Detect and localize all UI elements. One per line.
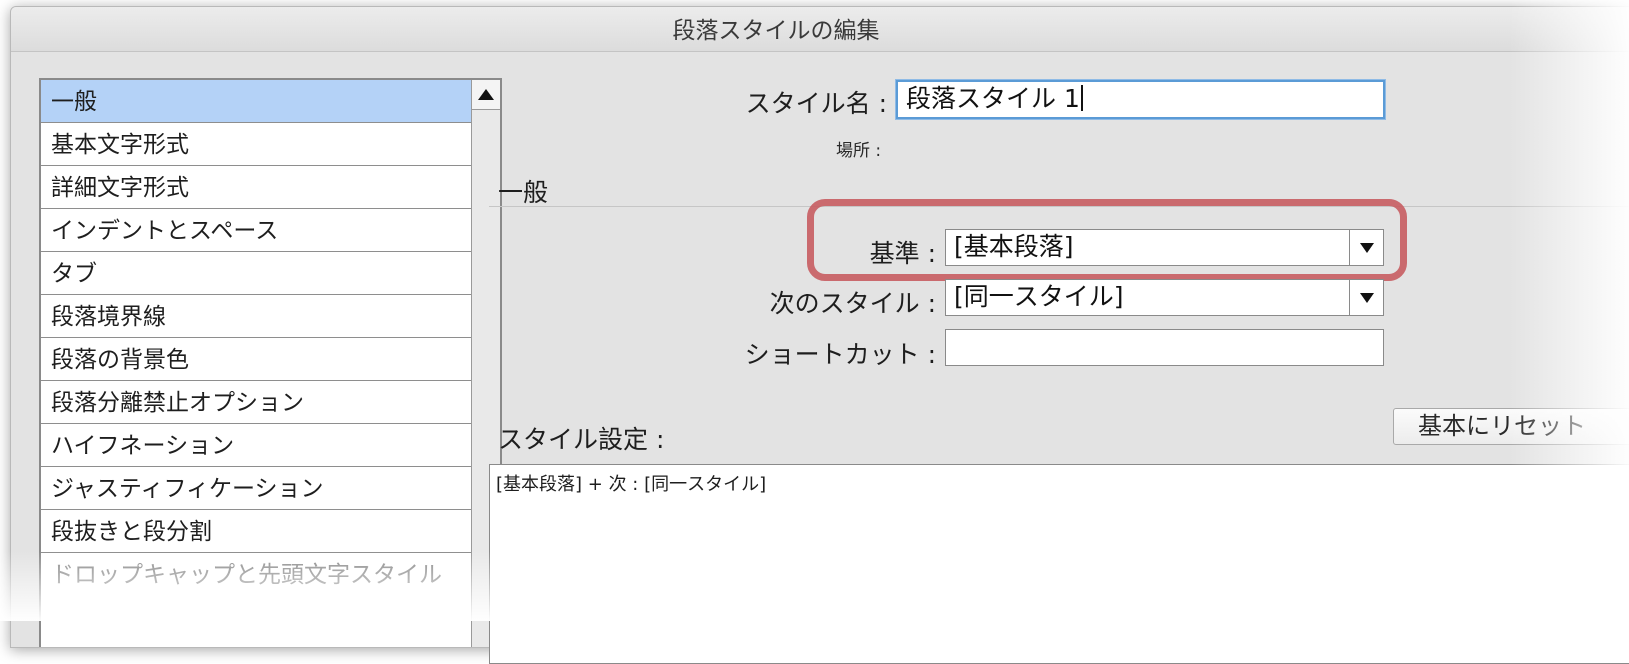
location-label: 場所 : bbox=[836, 141, 882, 161]
shortcut-label: ショートカット : bbox=[744, 340, 936, 369]
title-bar: 段落スタイルの編集 bbox=[11, 7, 1629, 52]
style-name-value: 段落スタイル 1 bbox=[906, 84, 1080, 113]
next-style-select[interactable]: [同一スタイル] bbox=[945, 279, 1384, 316]
category-item-basic-character-formats[interactable]: 基本文字形式 bbox=[41, 123, 472, 166]
annotation-highlight-box bbox=[807, 199, 1407, 281]
category-item-advanced-character-formats[interactable]: 詳細文字形式 bbox=[41, 166, 472, 209]
section-title: 一般 bbox=[498, 178, 549, 207]
category-item-span-columns[interactable]: 段抜きと段分割 bbox=[41, 510, 472, 553]
category-item-keep-options[interactable]: 段落分離禁止オプション bbox=[41, 381, 472, 424]
chevron-down-icon[interactable] bbox=[1349, 280, 1383, 315]
style-settings-label: スタイル設定 : bbox=[498, 425, 665, 454]
text-caret bbox=[1080, 85, 1083, 111]
dialog-title: 段落スタイルの編集 bbox=[672, 18, 880, 44]
style-name-input[interactable]: 段落スタイル 1 bbox=[896, 80, 1385, 119]
category-item-justification[interactable]: ジャスティフィケーション bbox=[41, 467, 472, 510]
category-item-drop-caps[interactable]: ドロップキャップと先頭文字スタイル bbox=[41, 553, 472, 596]
next-style-label: 次のスタイル : bbox=[769, 289, 936, 318]
style-settings-box: [基本段落] + 次 : [同一スタイル] bbox=[489, 464, 1629, 664]
style-name-label: スタイル名 : bbox=[745, 89, 887, 118]
scroll-up-arrow-icon[interactable] bbox=[472, 80, 500, 110]
category-item-tabs[interactable]: タブ bbox=[41, 252, 472, 295]
category-item-general[interactable]: 一般 bbox=[41, 80, 472, 123]
category-item-hyphenation[interactable]: ハイフネーション bbox=[41, 424, 472, 467]
category-item-indents-and-spacing[interactable]: インデントとスペース bbox=[41, 209, 472, 252]
reset-to-base-button[interactable]: 基本にリセット bbox=[1393, 408, 1629, 445]
category-list-items: 一般 基本文字形式 詳細文字形式 インデントとスペース タブ 段落境界線 段落の… bbox=[41, 80, 472, 596]
category-item-paragraph-shading[interactable]: 段落の背景色 bbox=[41, 338, 472, 381]
category-item-paragraph-rules[interactable]: 段落境界線 bbox=[41, 295, 472, 338]
next-style-value: [同一スタイル] bbox=[954, 282, 1124, 311]
category-list[interactable]: 一般 基本文字形式 詳細文字形式 インデントとスペース タブ 段落境界線 段落の… bbox=[39, 78, 502, 647]
shortcut-input[interactable] bbox=[945, 329, 1384, 366]
